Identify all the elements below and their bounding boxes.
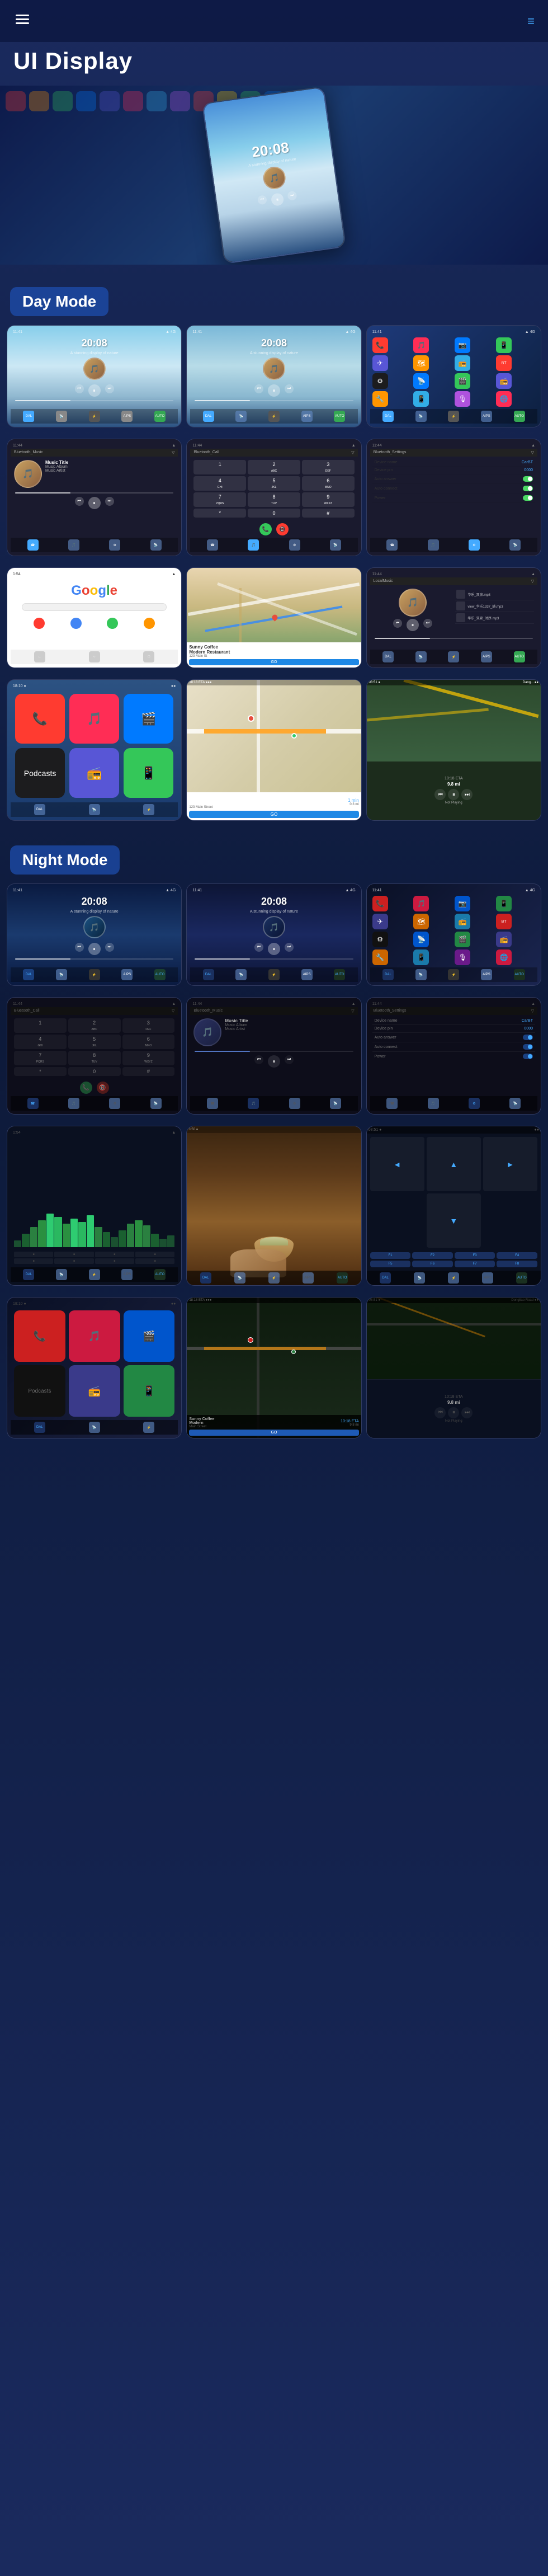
day-map-screen: Sunny CoffeeModern Restaurant 123 Main S… [186, 567, 361, 668]
night-food-screen: 3:50 ● DAL 📡 ⚡ AIPS AUTO [186, 1126, 361, 1286]
day-app-grid: 11:41▲ 4G 📞 🎵 📷 📱 ✈ 🗺 📻 BT ⚙ 📡 🎬 📻 🔧 📱 🎙… [366, 325, 541, 427]
day-mode-grid-row1: 11:41▲ 4G 20:08 A stunning display of na… [0, 325, 548, 427]
page-title: UI Display [0, 42, 548, 86]
night-mode-grid-row2: 11:44▲ Bluetooth_Call ▽ 1 2ABC 3DEF 4GHI… [0, 997, 548, 1115]
night-phone-screen: 11:44▲ Bluetooth_Call ▽ 1 2ABC 3DEF 4GHI… [7, 997, 182, 1115]
night-music-player-2: 11:41▲ 4G 20:08 A stunning display of na… [186, 883, 361, 986]
day-music-player-2: 11:41▲ 4G 20:08 A stunning display of na… [186, 325, 361, 427]
nav-lines-icon[interactable]: ≡ [527, 14, 535, 29]
day-music-player-1: 11:41▲ 4G 20:08 A stunning display of na… [7, 325, 182, 427]
day-nav-turn: 10:18 ETA 9.8 mi ⏮ ⏸ ⏭ Not Playing 08:51… [366, 679, 541, 821]
night-carplay-apps: 18:10 ●●● 📞 🎵 🎬 Podcasts 📻 📱 DAL 📡 ⚡ [7, 1297, 182, 1439]
menu-icon[interactable] [13, 10, 31, 32]
day-mode-grid-row2: 11:44▲ Bluetooth_Music ▽ 🎵 Music Title M… [0, 439, 548, 556]
day-settings-screen: 11:44▲ Bluetooth_Settings ▽ Device name … [366, 439, 541, 556]
night-waveform-screen: 1:54▲ [7, 1126, 182, 1286]
day-bluetooth-music: 11:44▲ Bluetooth_Music ▽ 🎵 Music Title M… [7, 439, 182, 556]
day-google-screen: 1:54▲ Google ← ○ □ [7, 567, 182, 668]
night-mode-grid-row1: 11:41▲ 4G 20:08 A stunning display of na… [0, 883, 548, 986]
night-bluetooth-music: 11:44▲ Bluetooth_Music ▽ 🎵 Music Title M… [186, 997, 361, 1115]
day-mode-label: Day Mode [10, 287, 108, 316]
day-nav-map: Sunny CoffeeModern Restaurant 123 Main S… [186, 679, 361, 821]
night-nav-grid-screen: 08:51 ●●● ◄ ▲ ► ▼ F1 F2 F3 F4 [366, 1126, 541, 1286]
night-mode-grid-row3: 1:54▲ [0, 1126, 548, 1286]
day-local-music-screen: 11:44▲ LocalMusic ▽ 🎵 ⏮ ⏸ ⏭ 华乐_ [366, 567, 541, 668]
day-mode-grid-row3: 1:54▲ Google ← ○ □ [0, 567, 548, 668]
header-left [13, 10, 31, 32]
day-phone-screen: 11:44▲ Bluetooth_Call ▽ 12ABC3DEF 4GHI5J… [186, 439, 361, 556]
night-nav-map: Sunny CoffeeModern Main Street 10:18 ETA… [186, 1297, 361, 1439]
night-mode-label: Night Mode [10, 845, 120, 875]
header: ≡ [0, 0, 548, 42]
night-music-player-1: 11:41▲ 4G 20:08 A stunning display of na… [7, 883, 182, 986]
day-carplay-apps: 18:10 ●●● 📞 🎵 🎬 Podcasts 📻 📱 DAL 📡 ⚡ [7, 679, 182, 821]
hero-device: 20:08 A stunning display of nature 🎵 ⏮ ⏸… [202, 86, 346, 264]
hero-area: 20:08 A stunning display of nature 🎵 ⏮ ⏸… [0, 86, 548, 265]
night-nav-turn: 10:18 ETA 9.8 mi ⏮ ⏸ ⏭ Not Playing 08:51… [366, 1297, 541, 1439]
day-mode-grid-row4: 18:10 ●●● 📞 🎵 🎬 Podcasts 📻 📱 DAL 📡 ⚡ [0, 679, 548, 821]
night-settings-screen: 11:44▲ Bluetooth_Settings ▽ Device nameC… [366, 997, 541, 1115]
night-app-grid: 11:41▲ 4G 📞 🎵 📷 📱 ✈ 🗺 📻 BT ⚙ 📡 🎬 📻 🔧 📱 🎙… [366, 883, 541, 986]
night-mode-grid-row4: 18:10 ●●● 📞 🎵 🎬 Podcasts 📻 📱 DAL 📡 ⚡ [0, 1297, 548, 1439]
